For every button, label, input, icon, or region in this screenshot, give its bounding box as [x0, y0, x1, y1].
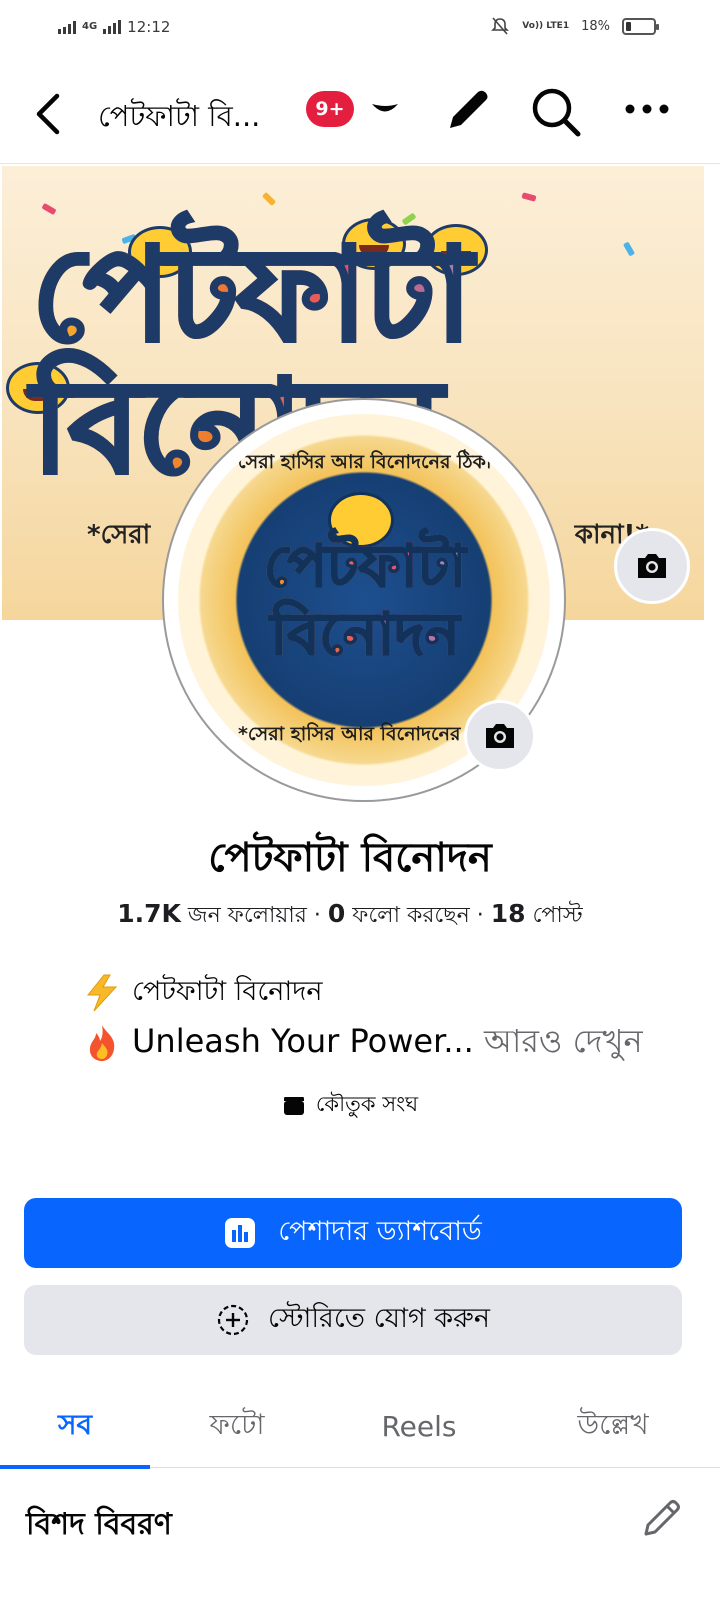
back-arrow-icon	[36, 93, 60, 135]
camera-icon	[486, 724, 514, 748]
status-left: 4G 12:12	[58, 18, 170, 36]
search-icon	[532, 88, 581, 137]
profile-tabs: সব ফটো Reels উল্লেখ	[0, 1384, 720, 1469]
dashboard-button-label: পেশাদার ড্যাশবোর্ড	[278, 1215, 482, 1247]
page-category: কৌতুক সংঘ	[0, 1088, 700, 1123]
see-more-link[interactable]: আরও দেখুন	[474, 1022, 643, 1060]
posts-label: পোস্ট	[525, 903, 583, 928]
tab-label: উল্লেখ	[577, 1407, 649, 1441]
avatar-word-line2: বিনোদন	[270, 599, 461, 669]
bio-line-2: Unleash Your Power... আরও দেখুন	[84, 1018, 684, 1068]
avatar-logo-text: পেটফাটা বিনোদন	[240, 531, 490, 669]
more-options-button[interactable]	[622, 84, 672, 134]
followers-label: জন ফলোয়ার ·	[180, 903, 328, 928]
edit-details-button[interactable]	[640, 1496, 684, 1540]
edit-avatar-button[interactable]	[464, 700, 536, 772]
signal-icon	[58, 20, 76, 34]
tab-label: Reels	[381, 1409, 457, 1443]
lightning-icon	[86, 974, 118, 1012]
bio-text-2: Unleash Your Power...	[132, 1022, 474, 1060]
page-title[interactable]: পেটফাটা বি...	[98, 94, 260, 143]
professional-dashboard-button[interactable]: পেশাদার ড্যাশবোর্ড	[24, 1198, 682, 1268]
category-label: কৌতুক সংঘ	[315, 1092, 419, 1116]
bio: পেটফাটা বিনোদন Unleash Your Power... আরও…	[84, 968, 684, 1068]
cover-tagline-left: *সেরা	[87, 520, 151, 550]
pencil-icon	[450, 90, 488, 128]
back-button[interactable]	[28, 86, 68, 142]
battery-icon	[622, 17, 659, 35]
add-circle-icon	[217, 1304, 249, 1336]
profile-stats: 1.7K জন ফলোয়ার · 0 ফলো করছেন · 18 পোস্ট	[0, 898, 700, 935]
profile-name: পেটফাটা বিনোদন	[208, 835, 492, 881]
following-label: ফলো করছেন ·	[345, 903, 491, 928]
tab-label: সব	[57, 1407, 93, 1441]
camera-icon	[638, 554, 666, 578]
clapperboard-icon	[283, 1096, 304, 1115]
tab-label: ফটো	[209, 1407, 265, 1441]
tab-photos[interactable]: ফটো	[162, 1384, 312, 1468]
edit-cover-button[interactable]	[614, 528, 690, 604]
avatar-ring-text-top: *সেরা হাসির আর বিনোদনের ঠিকানা!*	[228, 451, 527, 473]
battery-percent: 18%	[581, 18, 610, 34]
status-right: Vo)) LTE1 18%	[490, 16, 659, 36]
more-icon	[625, 104, 669, 114]
details-heading: বিশদ বিবরণ	[26, 1507, 172, 1542]
signal-icon-2	[103, 20, 122, 34]
active-tab-indicator	[0, 1465, 150, 1469]
volte-label: Vo)) LTE1	[522, 21, 570, 31]
caret-down-icon	[372, 104, 398, 112]
posts-count: 18	[490, 899, 526, 928]
top-app-bar: পেটফাটা বি... 9+	[0, 62, 720, 164]
story-button-label: স্টোরিতে যোগ করুন	[268, 1302, 490, 1334]
tab-all[interactable]: সব	[0, 1384, 150, 1468]
bio-line-1: পেটফাটা বিনোদন	[84, 968, 684, 1018]
profile-switcher-button[interactable]	[370, 95, 400, 125]
fire-icon	[89, 1025, 115, 1061]
network-type: 4G	[82, 21, 98, 32]
followers-count[interactable]: 1.7K	[117, 899, 181, 928]
following-count[interactable]: 0	[328, 899, 345, 928]
notification-badge[interactable]: 9+	[306, 91, 354, 127]
battery-fill	[626, 21, 631, 31]
mute-bell-icon	[491, 17, 510, 35]
search-button[interactable]	[528, 84, 584, 140]
tab-reels[interactable]: Reels	[344, 1384, 494, 1468]
status-bar: 4G 12:12 Vo)) LTE1 18%	[0, 0, 720, 62]
edit-button[interactable]	[442, 84, 494, 136]
bio-text-1: পেটফাটা বিনোদন	[132, 975, 323, 1007]
avatar-word-line1: পেটফাটা	[263, 531, 467, 601]
tab-mentions[interactable]: উল্লেখ	[538, 1384, 688, 1468]
clock: 12:12	[127, 18, 171, 36]
pencil-outline-icon	[644, 1500, 680, 1536]
dashboard-chart-icon	[225, 1218, 256, 1248]
add-to-story-button[interactable]: স্টোরিতে যোগ করুন	[24, 1285, 682, 1355]
